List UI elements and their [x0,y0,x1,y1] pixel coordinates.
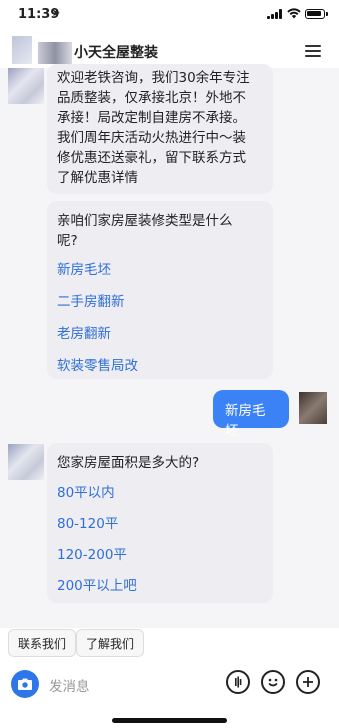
user-avatar [299,392,327,424]
agent-avatar [8,444,44,480]
home-indicator[interactable] [112,718,227,723]
option-old-house[interactable]: 老房翻新 [57,324,263,344]
option-soft-decor[interactable]: 软装零售局改 [57,356,263,376]
menu-icon[interactable] [305,45,321,57]
voice-icon[interactable] [226,670,250,694]
plus-icon[interactable] [296,670,320,694]
header-avatar[interactable] [12,36,32,64]
message-line: 您家房屋面积是多大的? [57,455,200,471]
wifi-icon [287,8,301,19]
question-area-size: 您家房屋面积是多大的? 80平以内 80-120平 120-200平 200平以… [47,443,273,603]
message-line: 亲咱们家房屋装修类型是什么 [57,213,233,229]
page-title: 小天全屋整装 [74,45,158,61]
option-area-200-plus[interactable]: 200平以上吧 [57,576,263,596]
my-reply-bubble: 新房毛坯 [213,390,289,439]
message-input[interactable]: 发消息 [49,675,90,695]
emoji-icon[interactable] [261,670,285,694]
message-line: 品质整装，仅承接北京！外地不 [57,90,246,106]
welcome-message: 欢迎老铁咨询，我们30余年专注 品质整装，仅承接北京！外地不 承接！局改定制自建… [47,64,273,194]
agent-avatar [8,68,44,104]
option-area-120-200[interactable]: 120-200平 [57,545,263,565]
message-line: 呢? [57,233,78,249]
signal-icon [267,9,283,19]
message-line: 了解优惠详情 [57,170,138,186]
option-second-hand[interactable]: 二手房翻新 [57,292,263,312]
question-renovation-type: 亲咱们家房屋装修类型是什么 呢? 新房毛坯 二手房翻新 老房翻新 软装零售局改 [47,201,273,379]
location-arrow-icon: ➤ [52,8,61,19]
option-area-80-120[interactable]: 80-120平 [57,514,263,534]
message-line: 我们周年庆活动火热进行中～装 [57,130,246,146]
message-line: 欢迎老铁咨询，我们30余年专注 [57,70,250,86]
brand-logo [38,42,72,64]
option-new-house[interactable]: 新房毛坯 [57,260,263,280]
message-line: 承接！局改定制自建房不承接。 [57,110,246,126]
battery-icon [305,9,325,19]
status-bar: 11:39 ➤ [0,0,339,28]
option-area-80[interactable]: 80平以内 [57,483,263,503]
camera-icon[interactable] [11,670,39,698]
message-line: 修优惠还送豪礼，留下联系方式 [57,150,246,166]
quick-reply-about[interactable]: 了解我们 [76,629,145,657]
quick-reply-contact[interactable]: 联系我们 [8,629,77,657]
